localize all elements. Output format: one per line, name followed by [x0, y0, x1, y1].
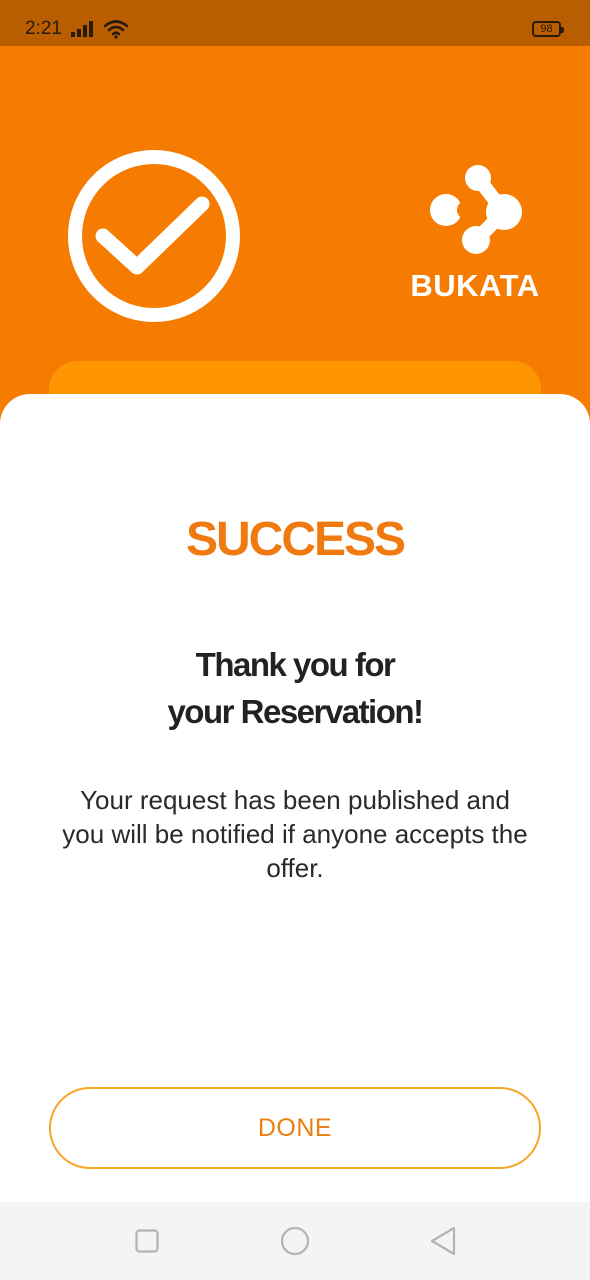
thanks-heading-line1: Thank you for — [195, 646, 396, 683]
confirmation-message: Your request has been published and you … — [62, 785, 528, 883]
home-icon[interactable] — [280, 1226, 310, 1256]
battery-level: 98 — [540, 23, 553, 35]
wifi-icon — [103, 20, 129, 39]
thanks-heading-line2: your Reservation! — [167, 693, 424, 730]
signal-icon — [71, 21, 93, 37]
done-button-label: DONE — [257, 1113, 333, 1142]
battery-icon: 98 — [532, 21, 564, 37]
status-time: 2:21 — [25, 18, 62, 39]
recent-apps-icon[interactable] — [135, 1229, 159, 1253]
thanks-heading: Thank you for your Reservation! — [0, 641, 590, 735]
brand-name: BUKATA — [410, 268, 540, 303]
status-bar: 2:21 98 — [0, 0, 590, 46]
system-nav-bar — [0, 1202, 590, 1280]
done-button[interactable]: DONE — [49, 1087, 541, 1169]
logo-mark-icon — [430, 165, 522, 254]
success-title: SUCCESS — [185, 513, 406, 566]
check-circle-icon — [68, 150, 240, 322]
back-icon[interactable] — [429, 1226, 457, 1256]
